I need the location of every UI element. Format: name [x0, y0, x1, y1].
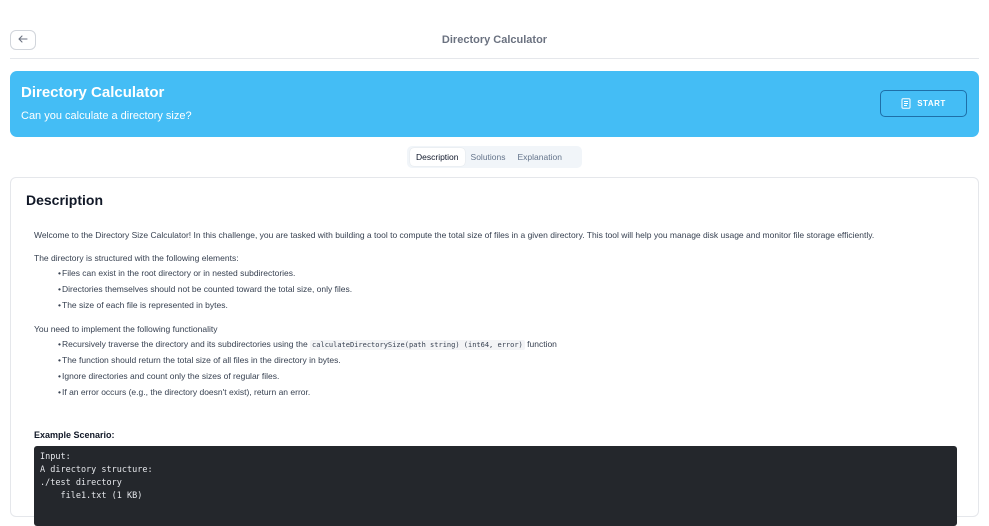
tab-bar: Description Solutions Explanation	[407, 146, 582, 168]
start-button[interactable]: START	[880, 90, 967, 117]
description-card: Description Welcome to the Directory Siz…	[10, 177, 979, 526]
banner-title: Directory Calculator	[21, 84, 165, 101]
tab-solutions[interactable]: Solutions	[465, 148, 512, 166]
code-line: file1.txt (1 KB)	[40, 491, 143, 501]
list-item: The function should return the total siz…	[34, 352, 954, 368]
banner-subtitle: Can you calculate a directory size?	[21, 110, 192, 122]
example-label: Example Scenario:	[34, 430, 115, 440]
list-item: If an error occurs (e.g., the directory …	[34, 384, 954, 400]
structure-list: Files can exist in the root directory or…	[34, 265, 954, 313]
list-item: Files can exist in the root directory or…	[34, 265, 954, 281]
page-title: Directory Calculator	[441, 34, 548, 46]
code-line: Input:	[40, 452, 71, 462]
description-heading: Description	[26, 192, 104, 208]
tab-description[interactable]: Description	[410, 148, 465, 166]
top-bar: Directory Calculator	[0, 0, 989, 58]
description-content: Welcome to the Directory Size Calculator…	[34, 229, 954, 400]
list-item: Ignore directories and count only the si…	[34, 368, 954, 384]
functionality-list: Recursively traverse the directory and i…	[34, 336, 954, 400]
start-button-label: START	[917, 99, 946, 108]
header-divider	[10, 58, 979, 59]
code-line: A directory structure:	[40, 465, 153, 475]
challenge-banner: Directory Calculator Can you calculate a…	[10, 71, 979, 137]
func-item-prefix: Recursively traverse the directory and i…	[62, 339, 308, 349]
code-line: ./test directory	[40, 478, 122, 488]
intro-text: Welcome to the Directory Size Calculator…	[34, 230, 875, 240]
document-icon	[901, 98, 911, 109]
functionality-intro: You need to implement the following func…	[34, 324, 218, 334]
func-item-suffix: function	[527, 339, 557, 349]
function-signature: calculateDirectorySize(path string) (int…	[310, 340, 525, 350]
list-item: Recursively traverse the directory and i…	[34, 336, 954, 352]
code-block: Input: A directory structure: ./test direc…	[34, 446, 957, 526]
list-item: The size of each file is represented in …	[34, 297, 954, 313]
tab-explanation[interactable]: Explanation	[512, 148, 568, 166]
structure-intro: The directory is structured with the fol…	[34, 253, 239, 263]
list-item: Directories themselves should not be cou…	[34, 281, 954, 297]
